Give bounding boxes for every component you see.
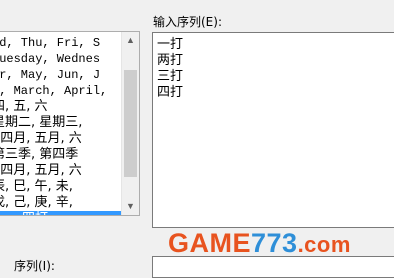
sequence-textarea[interactable]: 一打 两打 三打 四打 [152,32,394,228]
list-item[interactable]: ed, Thu, Fri, S [0,35,121,51]
list-item[interactable]: Tuesday, Wednes [0,51,121,67]
list-item[interactable]: , 四月, 五月, 六 [0,163,121,179]
scroll-down-arrow-icon[interactable]: ▼ [122,198,139,215]
custom-lists-listbox[interactable]: ed, Thu, Fri, S Tuesday, Wednes or, May,… [0,31,140,216]
watermark-part: .com [297,232,351,257]
scroll-up-arrow-icon[interactable]: ▲ [122,32,139,49]
list-item-selected[interactable]: 四打 [0,211,121,215]
sequence-entry: 两打 [157,53,184,68]
watermark-part: 773 [251,228,298,258]
dialog-top-edge [0,0,394,6]
watermark-part: GAME [168,228,251,258]
list-item[interactable]: or, May, Jun, J [0,67,121,83]
import-range-field[interactable] [152,256,394,278]
sequence-entry: 一打 [157,37,184,52]
custom-lists-items: ed, Thu, Fri, S Tuesday, Wednes or, May,… [0,35,121,215]
list-item[interactable]: 戊, 己, 庚, 辛, [0,195,121,211]
import-range-label: 序列(I): [14,259,55,273]
list-item[interactable]: , 四月, 五月, 六 [0,131,121,147]
list-item[interactable]: y, March, April, [0,83,121,99]
watermark-logo: GAME773.com [168,228,351,259]
list-item[interactable]: 四, 五, 六 [0,99,121,115]
sequence-label: 输入序列(E): [153,15,222,29]
list-item[interactable]: 星期二, 星期三, [0,115,121,131]
list-item[interactable]: 第三季, 第四季 [0,147,121,163]
list-item[interactable]: 辰, 巳, 午, 未, [0,179,121,195]
scroll-thumb[interactable] [124,70,137,177]
sequence-entry: 四打 [157,85,184,100]
listbox-scrollbar[interactable]: ▲ ▼ [121,32,139,215]
sequence-entry: 三打 [157,69,184,84]
